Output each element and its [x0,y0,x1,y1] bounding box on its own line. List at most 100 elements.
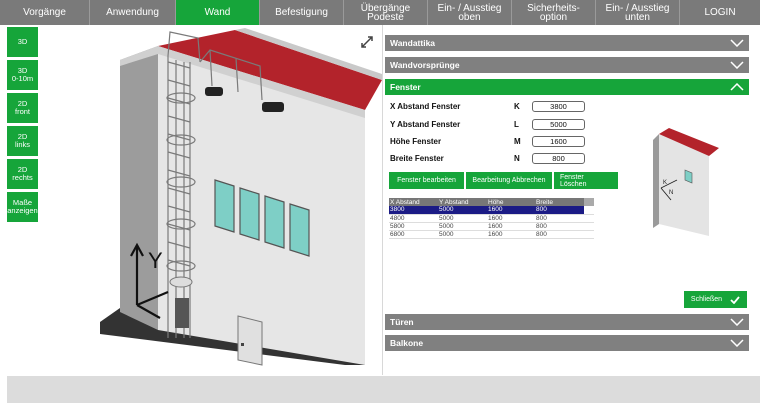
nav-tab-wand[interactable]: Wand [176,0,260,25]
app-root: Vorgänge Anwendung Wand Befestigung Über… [0,0,760,403]
nav-tab-einstieg-unten[interactable]: Ein- / Ausstieg unten [596,0,680,25]
col-scroll [584,198,594,206]
cell: 4800 [389,214,438,223]
y-abstand-key: L [514,120,519,129]
section-balkone[interactable]: Balkone [385,335,749,351]
edit-window-button[interactable]: Fenster bearbeiten [389,172,464,189]
view-2d-front-button[interactable]: 2D front [7,93,38,123]
nav-tab-befestigung[interactable]: Befestigung [260,0,344,25]
cell [584,222,594,231]
view-2d-links-button[interactable]: 2D links [7,126,38,156]
checkmark-icon [730,295,740,304]
y-abstand-label: Y Abstand Fenster [390,120,461,129]
section-wandvorspruenge[interactable]: Wandvorsprünge [385,57,749,73]
close-button[interactable]: Schließen [684,291,747,308]
cell: 5000 [438,222,487,231]
y-abstand-input[interactable]: 5000 [532,119,585,130]
cell: 5800 [389,222,438,231]
form-row-x-abstand: X Abstand Fenster K 3800 [390,100,590,113]
cell: 1600 [487,230,535,239]
hoehe-label: Höhe Fenster [390,137,442,146]
col-x-abstand: X Abstand [389,198,438,206]
cell: 5000 [438,230,487,239]
view-sidebar: 3D 3D 0-10m 2D front 2D links 2D rechts … [7,27,38,225]
cell: 1600 [487,222,535,231]
nav-tab-einstieg-oben[interactable]: Ein- / Ausstieg oben [428,0,512,25]
building-3d-viewport[interactable]: Y [90,25,382,375]
cell [584,206,594,215]
ladder-cage-base [169,276,193,288]
col-y-abstand: Y Abstand [438,198,487,206]
chevron-down-icon [725,35,749,51]
window [239,187,260,241]
form-row-y-abstand: Y Abstand Fenster L 5000 [390,118,590,131]
show-dimensions-button[interactable]: Maße anzeigen [7,192,38,222]
close-button-label: Schließen [690,296,723,303]
delete-window-button[interactable]: Fenster Löschen [554,172,618,189]
nav-tab-anwendung[interactable]: Anwendung [90,0,176,25]
chevron-down-icon [725,335,749,351]
col-hoehe: Höhe [487,198,535,206]
nav-tab-sicherheitsoption[interactable]: Sicherheits- option [512,0,596,25]
roof-vent [205,87,223,96]
chevron-up-icon [725,79,749,95]
fullscreen-icon[interactable] [360,35,374,49]
section-balkone-label: Balkone [390,338,424,348]
roof-vent [262,102,284,112]
cell: 800 [535,222,584,231]
nav-login[interactable]: LOGIN [680,0,760,25]
view-2d-rechts-button[interactable]: 2D rechts [7,159,38,189]
cell: 5000 [438,214,487,223]
hoehe-input[interactable]: 1600 [532,136,585,147]
section-tueren-label: Türen [390,317,414,327]
window-actions: Fenster bearbeiten Bearbeitung Abbrechen… [389,172,618,189]
cancel-edit-button[interactable]: Bearbeitung Abbrechen [466,172,552,189]
breite-input[interactable]: 800 [532,153,585,164]
breite-key: N [514,154,520,163]
table-row[interactable]: 5800 5000 1600 800 [389,222,594,231]
cell: 1600 [487,214,535,223]
section-wandattika-label: Wandattika [390,38,436,48]
top-navigation: Vorgänge Anwendung Wand Befestigung Über… [0,0,760,25]
nav-tab-vorgaenge[interactable]: Vorgänge [0,0,90,25]
table-row[interactable]: 3800 5000 1600 800 [389,206,594,215]
svg-text:N: N [669,190,673,196]
cell: 1600 [487,206,535,215]
door-handle [241,343,244,346]
window [289,203,310,257]
cell: 3800 [389,206,438,215]
hoehe-key: M [514,137,521,146]
cell [584,230,594,239]
side-wall [120,46,158,330]
form-row-hoehe: Höhe Fenster M 1600 [390,135,590,148]
section-tueren[interactable]: Türen [385,314,749,330]
cell: 800 [535,206,584,215]
ladder-foot [175,298,189,328]
window [214,179,235,233]
x-abstand-input[interactable]: 3800 [532,101,585,112]
cell [584,214,594,223]
panel-divider [382,25,383,375]
section-fenster-label: Fenster [390,82,421,92]
x-abstand-key: K [514,102,520,111]
section-wandattika[interactable]: Wandattika [385,35,749,51]
chevron-down-icon [725,57,749,73]
window [264,195,285,249]
nav-tab-uebergaenge-podeste[interactable]: Übergänge Podeste [344,0,428,25]
section-wandvorspruenge-label: Wandvorsprünge [390,60,460,70]
windows-table: X Abstand Y Abstand Höhe Breite 3800 500… [389,198,594,239]
table-row[interactable]: 6800 5000 1600 800 [389,230,594,239]
cell: 6800 [389,230,438,239]
breite-label: Breite Fenster [390,154,444,163]
chevron-down-icon [725,314,749,330]
table-row[interactable]: 4800 5000 1600 800 [389,214,594,223]
cell: 800 [535,230,584,239]
door [237,315,263,366]
section-fenster[interactable]: Fenster [385,79,749,95]
view-3d-button[interactable]: 3D [7,27,38,57]
axis-y-label: Y [148,248,163,273]
footer-bar [7,376,760,403]
x-abstand-label: X Abstand Fenster [390,102,461,111]
wall-preview-thumbnail: K N [653,128,719,236]
view-3d-0-10m-button[interactable]: 3D 0-10m [7,60,38,90]
